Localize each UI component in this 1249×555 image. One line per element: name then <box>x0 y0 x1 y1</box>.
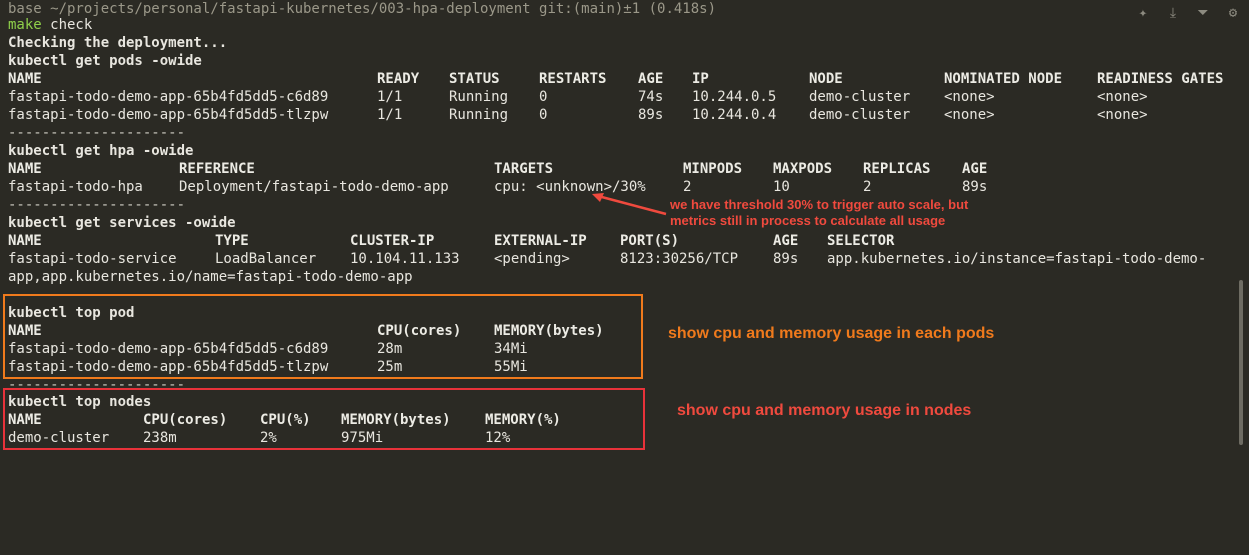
command-line: make check <box>8 16 92 34</box>
col-age: AGE <box>773 233 799 249</box>
col-name: NAME <box>8 161 42 177</box>
pin-icon[interactable]: ✦ <box>1135 5 1151 21</box>
top-nodes-annotation: show cpu and memory usage in nodes <box>677 402 972 419</box>
cell: demo-cluster <box>809 107 911 123</box>
col-ready: READY <box>377 71 420 87</box>
cell: 89s <box>638 107 664 123</box>
col-type: TYPE <box>215 233 249 249</box>
cell: Running <box>449 89 509 105</box>
col-readiness-gates: READINESS GATES <box>1097 71 1224 87</box>
arrow-icon <box>592 193 667 216</box>
col-minpods: MINPODS <box>683 161 743 177</box>
cell: 1/1 <box>377 107 403 123</box>
cell: 89s <box>962 179 988 195</box>
services-header: NAME TYPE CLUSTER-IP EXTERNAL-IP PORT(S)… <box>8 232 894 250</box>
checking-line: Checking the deployment... <box>8 35 228 51</box>
hpa-command: kubectl get hpa -owide <box>8 143 194 159</box>
separator: --------------------- <box>8 125 186 141</box>
cell: 10.104.11.133 <box>350 251 460 267</box>
services-command: kubectl get services -owide <box>8 215 236 231</box>
cell: 89s <box>773 251 799 267</box>
cell: 0 <box>539 89 548 105</box>
hpa-annotation-line-1: we have threshold 30% to trigger auto sc… <box>670 197 969 212</box>
col-status: STATUS <box>449 71 500 87</box>
cell: 10.244.0.4 <box>692 107 777 123</box>
col-age: AGE <box>962 161 988 177</box>
hpa-header: NAME REFERENCE TARGETS MINPODS MAXPODS R… <box>8 160 987 178</box>
table-row: fastapi-todo-hpa Deployment/fastapi-todo… <box>8 178 987 196</box>
separator: --------------------- <box>8 197 186 213</box>
top-nodes-highlight-box <box>3 388 645 450</box>
cell: <none> <box>1097 107 1148 123</box>
col-cluster-ip: CLUSTER-IP <box>350 233 435 249</box>
cell: fastapi-todo-demo-app-65b4fd5dd5-tlzpw <box>8 107 329 123</box>
cell: 10.244.0.5 <box>692 89 777 105</box>
download-icon[interactable]: ⤓ <box>1165 5 1181 21</box>
col-name: NAME <box>8 71 42 87</box>
col-ip: IP <box>692 71 709 87</box>
cell: fastapi-todo-hpa <box>8 179 143 195</box>
cell: 2 <box>683 179 692 195</box>
col-reference: REFERENCE <box>179 161 255 177</box>
terminal-toolbar: ✦ ⤓ ⏷ ⚙ <box>1135 5 1241 21</box>
col-name: NAME <box>8 233 42 249</box>
col-restarts: RESTARTS <box>539 71 607 87</box>
settings-icon[interactable]: ⚙ <box>1225 5 1241 21</box>
hpa-annotation-line-2: metrics still in process to calculate al… <box>670 213 946 228</box>
cell: Running <box>449 107 509 123</box>
cell: 2 <box>863 179 872 195</box>
table-row: fastapi-todo-demo-app-65b4fd5dd5-tlzpw 1… <box>8 106 1148 124</box>
col-external-ip: EXTERNAL-IP <box>494 233 587 249</box>
cell: <pending> <box>494 251 570 267</box>
cell: <none> <box>944 89 995 105</box>
cell: LoadBalancer <box>215 251 317 267</box>
col-nominated-node: NOMINATED NODE <box>944 71 1063 87</box>
col-age: AGE <box>638 71 664 87</box>
cell: 8123:30256/TCP <box>620 251 739 267</box>
col-targets: TARGETS <box>494 161 554 177</box>
command-name: make <box>8 17 42 33</box>
cell: fastapi-todo-demo-app-65b4fd5dd5-c6d89 <box>8 89 329 105</box>
scrollbar[interactable] <box>1239 280 1243 445</box>
cell: 74s <box>638 89 664 105</box>
cell: 1/1 <box>377 89 403 105</box>
top-pod-highlight-box <box>3 294 643 379</box>
cell: 10 <box>773 179 790 195</box>
col-replicas: REPLICAS <box>863 161 931 177</box>
col-ports: PORT(S) <box>620 233 680 249</box>
col-maxpods: MAXPODS <box>773 161 833 177</box>
cell: demo-cluster <box>809 89 911 105</box>
cell: app.kubernetes.io/instance=fastapi-todo-… <box>827 251 1207 267</box>
pods-header: NAME READY STATUS RESTARTS AGE IP NODE N… <box>8 70 1223 88</box>
cell: fastapi-todo-service <box>8 251 177 267</box>
cell: <none> <box>1097 89 1148 105</box>
cell: <none> <box>944 107 995 123</box>
cell: Deployment/fastapi-todo-demo-app <box>179 179 449 195</box>
col-selector: SELECTOR <box>827 233 895 249</box>
table-row: fastapi-todo-service LoadBalancer 10.104… <box>8 250 1206 268</box>
top-pod-annotation: show cpu and memory usage in each pods <box>668 325 995 342</box>
filter-icon[interactable]: ⏷ <box>1195 5 1211 21</box>
wrapped-line: app,app.kubernetes.io/name=fastapi-todo-… <box>8 269 413 285</box>
pods-command: kubectl get pods -owide <box>8 53 202 69</box>
prompt-line: base ~/projects/personal/fastapi-kuberne… <box>8 1 717 17</box>
command-arg: check <box>41 17 93 33</box>
col-node: NODE <box>809 71 843 87</box>
table-row: fastapi-todo-demo-app-65b4fd5dd5-c6d89 1… <box>8 88 1148 106</box>
cell: 0 <box>539 107 548 123</box>
